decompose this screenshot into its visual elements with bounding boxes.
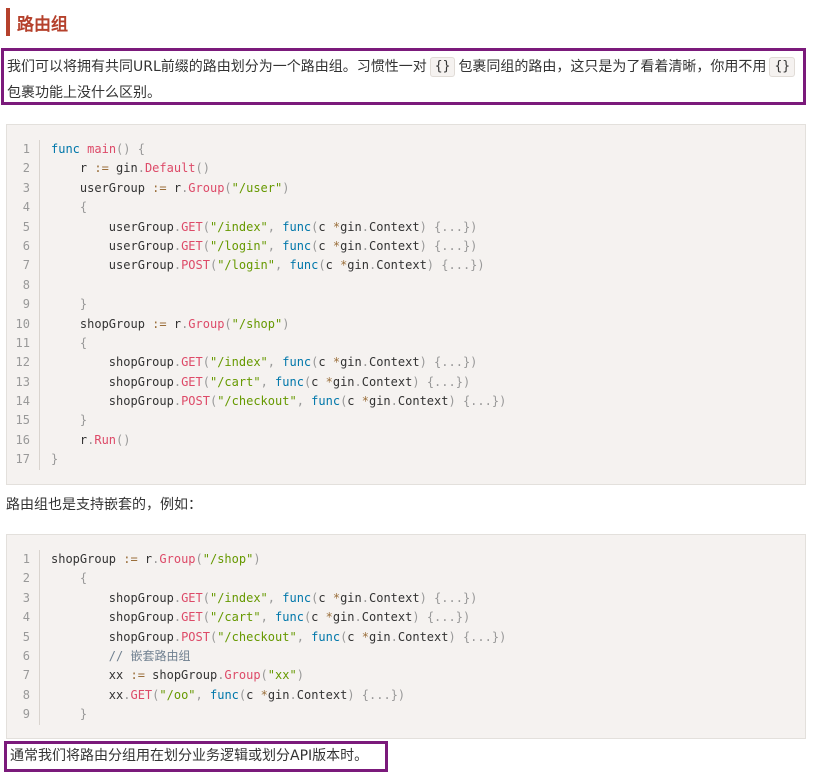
summary-paragraph: 通常我们将路由分组用在划分业务逻辑或划分API版本时。 [4, 741, 388, 772]
line-number: 6 [7, 236, 40, 257]
code-text: shopGroup := r.Group("/shop") [51, 552, 261, 566]
code-line: 14 shopGroup.POST("/checkout", func(c *g… [7, 392, 805, 412]
code-line: 3 shopGroup.GET("/index", func(c *gin.Co… [7, 588, 805, 609]
line-number: 15 [7, 411, 40, 431]
code-text: } [79, 297, 88, 312]
code-line: 2 r := gin.Default() [7, 159, 805, 179]
line-number: 9 [7, 705, 40, 725]
intro-text-3: 包裹功能上没什么区别。 [7, 85, 161, 101]
line-number: 3 [7, 178, 40, 199]
code-line: 6 userGroup.GET("/login", func(c *gin.Co… [7, 236, 805, 257]
code-line: 10 shopGroup := r.Group("/shop") [7, 314, 805, 334]
code-line: 15 } [7, 411, 805, 431]
intro-paragraph: 我们可以将拥有共同URL前缀的路由划分为一个路由组。习惯性一对{} 包裹同组的路由… [1, 48, 806, 105]
code-text: shopGroup.POST("/checkout", func(c *gin.… [51, 629, 507, 644]
code-line: 13 shopGroup.GET("/cart", func(c *gin.Co… [7, 372, 805, 393]
inline-code-braces: {} [429, 57, 456, 77]
code-block-route-groups[interactable]: 1 func main() {2 r := gin.Default() 3 user… [6, 124, 806, 485]
code-line: 6 // 嵌套路由组 [7, 646, 805, 667]
code-text: userGroup := r.Group("/user") [51, 180, 290, 195]
line-number: 16 [7, 430, 40, 451]
line-number: 2 [7, 569, 40, 589]
code-line: 9 } [7, 705, 805, 725]
inline-code-braces: {} [769, 57, 796, 77]
code-line: 3 userGroup := r.Group("/user") [7, 178, 805, 199]
code-line: 17} [7, 450, 805, 470]
code-text: shopGroup.POST("/checkout", func(c *gin.… [51, 394, 507, 409]
line-number: 12 [7, 353, 40, 373]
code-text: r := gin.Default() [51, 161, 210, 176]
code-line: 1 shopGroup := r.Group("/shop") [7, 550, 805, 570]
line-number: 7 [7, 256, 40, 276]
code-text: func main() { [51, 142, 145, 156]
code-line: 7 userGroup.POST("/login", func(c *gin.C… [7, 256, 805, 276]
code-line: 7 xx := shopGroup.Group("xx") [7, 666, 805, 686]
code-text: shopGroup.GET("/cart", func(c *gin.Conte… [51, 374, 471, 389]
code-text: // 嵌套路由组 [108, 648, 191, 663]
line-number: 1 [7, 140, 40, 160]
line-number: 3 [7, 588, 40, 609]
code-text: } [51, 452, 59, 467]
line-number: 5 [7, 217, 40, 237]
line-number: 13 [7, 372, 40, 393]
code-text: { [79, 200, 88, 215]
code-text: } [79, 707, 88, 722]
code-block-nested-groups[interactable]: 1 shopGroup := r.Group("/shop") 2 {3 shopG… [6, 534, 806, 739]
code-line: 2 { [7, 569, 805, 589]
line-number: 17 [7, 450, 40, 470]
line-number: 1 [7, 550, 40, 570]
line-number: 8 [7, 685, 40, 706]
code-text: xx := shopGroup.Group("xx") [51, 668, 304, 683]
code-text: { [79, 335, 88, 350]
code-line: 16 r.Run() [7, 430, 805, 451]
code-text: { [79, 571, 88, 586]
intro-text-1: 我们可以将拥有共同URL前缀的路由划分为一个路由组。习惯性一对 [7, 59, 427, 75]
code-text: } [79, 413, 88, 428]
section-heading-text: 路由组 [17, 14, 68, 35]
line-number: 5 [7, 627, 40, 647]
line-number: 8 [7, 275, 40, 296]
code-text: shopGroup.GET("/index", func(c *gin.Cont… [51, 590, 478, 605]
code-text: userGroup.POST("/login", func(c *gin.Con… [51, 258, 485, 273]
code-line: 12 shopGroup.GET("/index", func(c *gin.C… [7, 353, 805, 373]
line-number: 6 [7, 646, 40, 667]
code-text: shopGroup.GET("/cart", func(c *gin.Conte… [51, 610, 471, 625]
line-number: 7 [7, 666, 40, 686]
code-line: 8 xx.GET("/oo", func(c *gin.Context) {..… [7, 685, 805, 706]
code-line: 8 [7, 275, 805, 296]
code-line: 5 shopGroup.POST("/checkout", func(c *gi… [7, 627, 805, 647]
code-line: 1 func main() { [7, 140, 805, 160]
code-line: 4 shopGroup.GET("/cart", func(c *gin.Con… [7, 608, 805, 628]
line-number: 9 [7, 295, 40, 315]
code-line: 9 } [7, 295, 805, 315]
intro-text-2: 包裹同组的路由，这只是为了看着清晰，你用不用 [458, 59, 767, 75]
line-number: 11 [7, 333, 40, 354]
code-text: r.Run() [51, 432, 131, 447]
code-text: userGroup.GET("/login", func(c *gin.Cont… [51, 238, 478, 253]
code-text: xx.GET("/oo", func(c *gin.Context) {...}… [51, 687, 406, 702]
code-line: 4 { [7, 198, 805, 218]
code-text: userGroup.GET("/index", func(c *gin.Cont… [51, 219, 478, 234]
line-number: 10 [7, 314, 40, 334]
code-text: shopGroup := r.Group("/shop") [51, 316, 290, 331]
code-line: 5 userGroup.GET("/index", func(c *gin.Co… [7, 217, 805, 237]
code-text: shopGroup.GET("/index", func(c *gin.Cont… [51, 355, 478, 370]
code-line: 11 { [7, 333, 805, 354]
line-number: 4 [7, 608, 40, 628]
line-number: 14 [7, 392, 40, 412]
section-heading: 路由组 [6, 8, 68, 36]
nested-intro-paragraph: 路由组也是支持嵌套的，例如： [6, 497, 202, 513]
line-number: 2 [7, 159, 40, 179]
line-number: 4 [7, 198, 40, 218]
